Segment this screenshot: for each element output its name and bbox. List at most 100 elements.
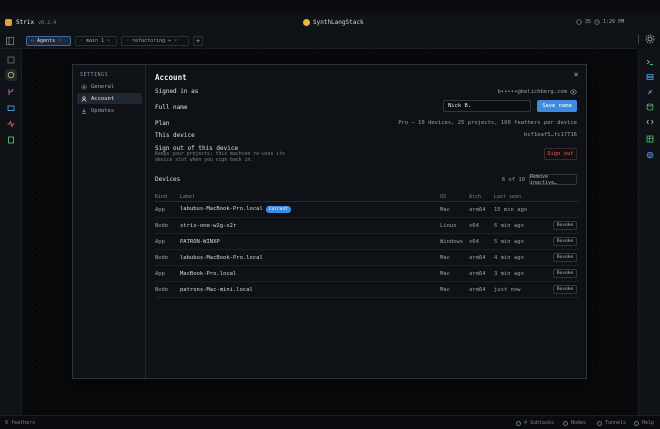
revoke-button[interactable]: Revoke — [553, 285, 577, 294]
tunnels-icon — [597, 420, 602, 426]
sign-out-button[interactable]: Sign out — [544, 148, 577, 160]
file-check-icon[interactable] — [5, 134, 17, 146]
status-tunnels[interactable]: Tunnels — [597, 420, 626, 426]
device-kind: App — [155, 239, 165, 245]
project-name: SynthLangStack — [313, 19, 364, 26]
table-row: Node strix-one-w2g-x2r Linux x64 6 min a… — [155, 218, 579, 234]
table-row: App MacBook-Pro.local Mac arm64 3 min ag… — [155, 266, 579, 282]
help-icon — [634, 420, 639, 426]
status-tunnels-label: Tunnels — [605, 420, 627, 426]
devices-title: Devices — [155, 176, 181, 183]
settings-gear-icon[interactable] — [644, 33, 656, 45]
device-os: Mac — [440, 287, 450, 293]
remove-inactive-button[interactable]: Remove inactive… — [529, 174, 577, 186]
terminal-icon: ◦ — [80, 38, 84, 44]
signed-in-email: b•••••@belichberg.com — [497, 89, 567, 95]
devices-table: Kind Label OS Arch Last seen App labubus… — [155, 192, 579, 298]
close-icon[interactable]: × — [572, 71, 580, 79]
zoom-readout: 35 — [585, 19, 592, 25]
revoke-button[interactable]: Revoke — [553, 253, 577, 262]
device-last-seen: 5 min ago — [494, 239, 524, 245]
status-help[interactable]: Help — [634, 420, 654, 426]
server-icon[interactable] — [644, 71, 656, 83]
signed-in-label: Signed in as — [155, 88, 199, 95]
tab-label: main 1 — [86, 38, 105, 44]
device-os: Mac — [440, 207, 450, 213]
globe-icon[interactable] — [644, 149, 656, 161]
activity-icon[interactable] — [5, 118, 17, 130]
close-icon[interactable]: × — [107, 38, 110, 44]
full-name-input[interactable] — [443, 100, 531, 112]
tab-refactoring[interactable]: ◦ refactoring + × — [121, 36, 189, 46]
full-name-label: Full name — [155, 104, 188, 111]
revoke-button[interactable]: Revoke — [553, 237, 577, 246]
table-row: Node labubus-MacBook-Pro.local Mac arm64… — [155, 250, 579, 266]
agents-icon[interactable] — [5, 69, 17, 81]
settings-nav-updates[interactable]: Updates — [77, 105, 142, 116]
app-brand: Strix v0.2.4 — [5, 19, 56, 26]
close-icon[interactable]: × — [174, 38, 177, 44]
app-name: Strix — [16, 19, 35, 26]
device-arch: x64 — [469, 223, 479, 229]
device-label: MacBook-Pro.local — [180, 271, 237, 277]
branch-icon[interactable] — [5, 86, 17, 98]
device-os: Mac — [440, 271, 450, 277]
device-id: bcf1eaf5…fc17716 — [524, 132, 577, 138]
app-version: v0.2.4 — [38, 19, 57, 26]
feathers-count: 0 feathers — [5, 420, 36, 426]
status-nodes-label: Nodes — [571, 420, 587, 426]
status-nodes[interactable]: Nodes — [563, 420, 586, 426]
device-label: PATRON-WINXP — [180, 239, 220, 245]
device-last-seen: 6 min ago — [494, 223, 524, 229]
settings-dialog: SETTINGS General Account Updates Account… — [72, 64, 587, 379]
terminal-prompt-icon[interactable] — [644, 56, 656, 68]
database-icon[interactable] — [644, 101, 656, 113]
devices-count: 6 of 10 — [501, 177, 525, 183]
device-os: Mac — [440, 255, 450, 261]
code-icon[interactable] — [644, 116, 656, 128]
project-switcher[interactable]: SynthLangStack — [303, 19, 364, 26]
settings-nav-general[interactable]: General — [77, 81, 142, 92]
settings-nav-account[interactable]: Account — [77, 93, 142, 104]
eye-icon[interactable] — [570, 89, 577, 95]
panel-toggle-icon[interactable] — [5, 36, 15, 46]
device-kind: Node — [155, 255, 169, 261]
device-last-seen: 15 min ago — [494, 207, 528, 213]
device-label: labubus-MacBook-Pro.local — [180, 206, 263, 212]
tab-agents[interactable]: ⚇ Agents × — [26, 36, 71, 46]
settings-heading: SETTINGS — [80, 72, 109, 78]
status-subtasks[interactable]: 4 Subtasks — [516, 420, 554, 426]
device-arch: arm64 — [469, 207, 486, 213]
strix-logo-icon — [5, 19, 12, 26]
revoke-button[interactable]: Revoke — [553, 269, 577, 278]
nav-label: Account — [91, 95, 115, 102]
table-header: Kind Label OS Arch Last seen — [155, 192, 579, 202]
nodes-icon — [563, 420, 568, 426]
status-bar: 0 feathers 4 Subtasks Nodes Tunnels Help — [0, 415, 660, 429]
close-icon[interactable]: × — [58, 38, 61, 44]
inbox-icon[interactable] — [5, 102, 17, 114]
device-last-seen: just now — [494, 287, 521, 293]
settings-sidebar: SETTINGS General Account Updates — [73, 65, 146, 378]
gear-icon — [81, 83, 87, 90]
save-name-button[interactable]: Save name — [537, 100, 577, 112]
device-arch: arm64 — [469, 255, 486, 261]
nav-label: General — [91, 83, 115, 90]
new-tab-button[interactable]: + — [193, 36, 203, 46]
tab-main[interactable]: ◦ main 1 × — [75, 36, 117, 46]
download-icon — [81, 108, 87, 114]
revoke-button[interactable]: Revoke — [553, 221, 577, 230]
left-activity-bar — [0, 49, 22, 415]
device-label: patrons-Mac-mini.local — [180, 287, 253, 293]
tab-label: refactoring + — [132, 38, 172, 44]
device-label: strix-one-w2g-x2r — [180, 223, 237, 229]
device-kind: Node — [155, 287, 169, 293]
plug-icon[interactable] — [644, 86, 656, 98]
sheet-icon[interactable] — [644, 133, 656, 145]
table-row: App labubus-MacBook-Pro.local Current Mac… — [155, 202, 579, 218]
account-panel: Account × Signed in as b•••••@belichberg… — [155, 65, 579, 378]
col-last-seen: Last seen — [494, 194, 522, 200]
current-badge: Current — [265, 206, 291, 213]
clock-readout: 1:29 PM — [603, 19, 625, 25]
layers-icon[interactable] — [5, 54, 17, 66]
